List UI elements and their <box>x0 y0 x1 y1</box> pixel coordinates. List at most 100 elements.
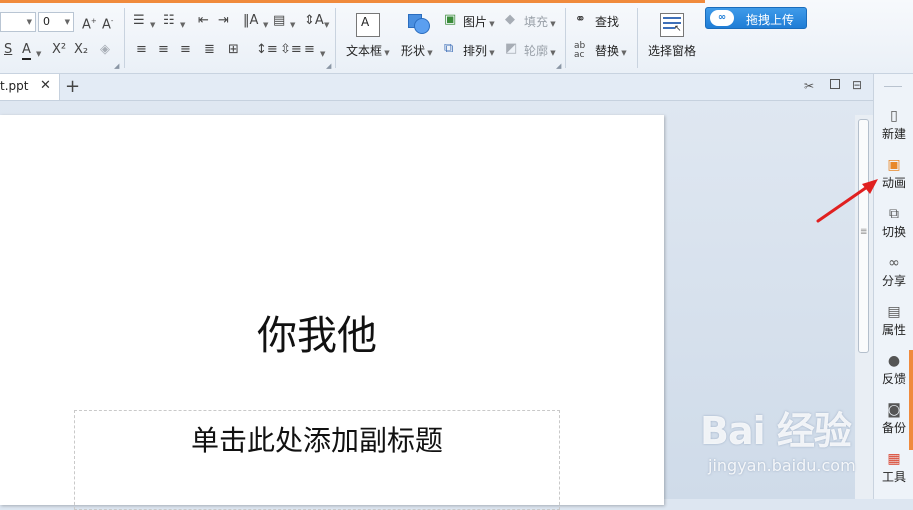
sidebar-item-label: 新建 <box>881 127 906 141</box>
replace-button[interactable]: 替换 ▼ <box>595 42 627 59</box>
decrease-indent-icon[interactable]: ⇤ <box>198 13 209 29</box>
align-left-icon[interactable]: ≡ <box>136 42 147 58</box>
distribute-icon[interactable]: ⊞ <box>228 42 239 58</box>
picture-button[interactable]: 图片 ▼ <box>463 13 495 30</box>
text-align-vertical-icon[interactable]: ⇕A <box>304 13 324 29</box>
arrange-label: 排列 <box>463 44 488 58</box>
find-button[interactable]: 查找 <box>595 13 619 30</box>
superscript-icon[interactable]: X² <box>52 42 66 58</box>
scrollbar-thumb[interactable]: ═ ═ <box>858 119 869 353</box>
chevron-down-icon: ▼ <box>26 18 32 26</box>
picture-icon[interactable]: ▣ <box>444 12 456 28</box>
replace-label: 替换 <box>595 44 620 58</box>
chevron-down-icon: ▼ <box>64 18 70 26</box>
sidebar-grip <box>884 86 902 87</box>
chevron-down-icon: ▼ <box>382 49 390 57</box>
feedback-icon: ● <box>887 353 901 369</box>
new-doc-icon: ▯ <box>890 108 898 124</box>
chevron-down-icon[interactable]: ▼ <box>320 46 325 62</box>
window-mode-icon[interactable] <box>830 79 840 89</box>
chevron-down-icon[interactable]: ▼ <box>150 17 155 33</box>
group-separator <box>565 8 566 68</box>
columns-icon[interactable]: ▤ <box>273 13 285 29</box>
sidebar-item-label: 分享 <box>881 274 906 288</box>
replace-icon[interactable]: ab ac <box>574 42 585 60</box>
tab-menu-icon[interactable]: ⊟ <box>852 78 862 92</box>
outline-icon[interactable]: ◩ <box>505 41 517 57</box>
scrollbar-grip-icon: ═ ═ <box>861 226 867 239</box>
bullet-list-icon[interactable]: ☰ <box>133 13 145 29</box>
chevron-down-icon[interactable]: ▼ <box>36 46 41 62</box>
slide-canvas[interactable]: 你我他 单击此处添加副标题 <box>0 115 664 510</box>
sidebar-item-share[interactable]: ∞ 分享 <box>874 249 913 295</box>
clear-format-icon[interactable]: ◈ <box>100 42 110 58</box>
textbox-label: 文本框 <box>346 44 383 58</box>
outline-label: 轮廓 <box>524 44 549 58</box>
sidebar-item-new[interactable]: ▯ 新建 <box>874 102 913 148</box>
close-icon[interactable]: ✕ <box>40 78 51 93</box>
paragraph-settings-icon[interactable]: ≡ <box>304 42 315 58</box>
dialog-launcher-icon[interactable]: ◢ <box>114 62 119 70</box>
strikethrough-icon[interactable]: S <box>4 42 12 58</box>
font-color-icon[interactable]: A <box>22 42 31 60</box>
dialog-launcher-icon[interactable]: ◢ <box>326 62 331 70</box>
chevron-down-icon: ▼ <box>425 49 433 57</box>
chevron-down-icon: ▼ <box>487 20 495 28</box>
increase-indent-icon[interactable]: ⇥ <box>218 13 229 29</box>
fill-button[interactable]: 填充 ▼ <box>524 13 556 30</box>
sidebar-item-properties[interactable]: ▤ 属性 <box>874 298 913 344</box>
chevron-down-icon[interactable]: ▼ <box>180 17 185 33</box>
subtitle-text: 单击此处添加副标题 <box>190 424 443 457</box>
watermark-logo: Bai 经验 <box>700 409 852 453</box>
document-tab[interactable]: t.ppt ✕ <box>0 74 60 100</box>
chevron-down-icon[interactable]: ▼ <box>324 17 329 33</box>
ribbon-toolbar: ▼ 0 ▼ A+ A- S A ▼ X² X₂ ◈ ◢ ☰ ▼ ☷ ▼ ⇤ ⇥ … <box>0 0 913 74</box>
sidebar-item-label: 反馈 <box>881 372 906 386</box>
upload-label: 拖拽上传 <box>746 13 795 27</box>
new-tab-button[interactable]: + <box>65 76 80 97</box>
animation-icon: ▣ <box>887 157 901 173</box>
textbox-button[interactable]: 文本框 ▼ <box>346 42 390 59</box>
subtitle-placeholder[interactable]: 单击此处添加副标题 <box>74 410 560 510</box>
font-size-value: 0 <box>43 15 50 28</box>
properties-icon: ▤ <box>887 304 901 320</box>
numbered-list-icon[interactable]: ☷ <box>163 13 175 29</box>
chevron-down-icon: ▼ <box>548 49 556 57</box>
arrange-button[interactable]: 排列 ▼ <box>463 42 495 59</box>
binoculars-icon[interactable]: ⚭ <box>575 12 586 28</box>
chevron-down-icon[interactable]: ▼ <box>290 17 295 33</box>
chevron-down-icon[interactable]: ▼ <box>263 17 268 33</box>
justify-icon[interactable]: ≣ <box>204 42 215 58</box>
document-tab-label: t.ppt <box>0 79 29 93</box>
outline-button[interactable]: 轮廓 ▼ <box>524 42 556 59</box>
sidebar-collapse-handle[interactable] <box>909 350 913 450</box>
font-size-combo[interactable]: 0 ▼ <box>38 12 74 32</box>
fill-icon[interactable]: ◆ <box>505 12 515 28</box>
paragraph-spacing-icon[interactable]: ⇳≡ <box>280 42 302 58</box>
group-separator <box>637 8 638 68</box>
shape-circle-icon <box>414 18 430 34</box>
drag-upload-button[interactable]: ∞ 拖拽上传 <box>705 7 807 29</box>
share-link-icon: ∞ <box>888 255 900 271</box>
selection-pane-button[interactable]: 选择窗格 <box>648 42 696 59</box>
cloud-icon: ∞ <box>710 10 734 26</box>
selection-pane-icon[interactable]: ↖ <box>660 13 684 37</box>
textbox-icon[interactable]: A <box>356 13 380 37</box>
align-right-icon[interactable]: ≡ <box>180 42 191 58</box>
sidebar-item-feedback[interactable]: ● 反馈 <box>874 347 913 393</box>
shape-button[interactable]: 形状 ▼ <box>401 42 433 59</box>
grow-font-icon[interactable]: A+ <box>82 13 97 33</box>
line-spacing-icon[interactable]: ↕≡ <box>256 42 278 58</box>
text-direction-icon[interactable]: ‖A <box>243 13 258 29</box>
shrink-font-icon[interactable]: A- <box>102 13 113 33</box>
arrange-icon[interactable]: ⧉ <box>444 41 453 57</box>
slide-title[interactable]: 你我他 <box>0 303 634 361</box>
font-name-combo[interactable]: ▼ <box>0 12 36 32</box>
pin-icon[interactable]: ✂ <box>804 79 814 93</box>
transition-icon: ⧉ <box>889 206 899 222</box>
subscript-icon[interactable]: X₂ <box>74 42 88 58</box>
align-center-icon[interactable]: ≡ <box>158 42 169 58</box>
baidu-jingyan-watermark: Bai 经验 jingyan.baidu.com <box>700 400 900 490</box>
dialog-launcher-icon[interactable]: ◢ <box>556 62 561 70</box>
picture-label: 图片 <box>463 15 488 29</box>
